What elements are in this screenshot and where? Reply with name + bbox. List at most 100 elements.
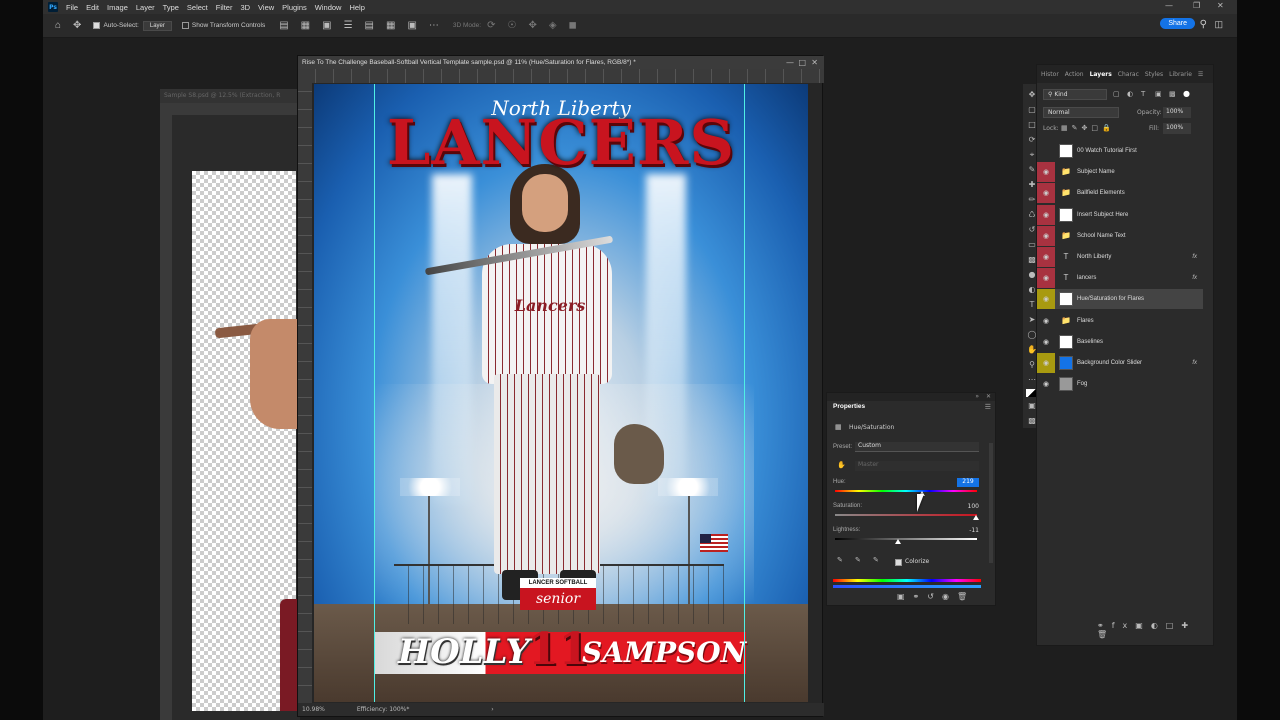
layer-row[interactable]: ◉ Hue/Saturation for Flares <box>1037 289 1203 310</box>
distribute-icon[interactable]: ☰ <box>344 20 353 31</box>
menu-plugins[interactable]: Plugins <box>282 3 307 12</box>
3d-roll-icon[interactable]: ☉ <box>507 20 516 31</box>
hue-value-field[interactable]: 219 <box>957 478 979 487</box>
guide-line-right[interactable] <box>744 84 745 702</box>
filter-type-icon[interactable]: T <box>1141 90 1145 98</box>
lock-icons[interactable]: ▦✎✥□🔒 <box>1061 124 1115 132</box>
tab-styles[interactable]: Styles <box>1145 71 1163 78</box>
eye-icon[interactable]: ◉ <box>1037 353 1055 373</box>
doc-restore-icon[interactable]: □ <box>798 58 806 67</box>
layer-row[interactable]: ◉ T North Liberty fx <box>1037 247 1203 267</box>
main-doc-title[interactable]: Rise To The Challenge Baseball-Softball … <box>298 56 824 69</box>
efficiency-readout[interactable]: Efficiency: 100%* <box>357 706 410 713</box>
guide-line-left[interactable] <box>374 84 375 702</box>
eye-icon[interactable]: ◉ <box>1037 311 1055 331</box>
align-center-icon[interactable]: ▦ <box>301 20 310 31</box>
background-doc-title[interactable]: Sample S8.psd @ 12.5% (Extraction, R <box>160 89 300 103</box>
saturation-slider[interactable] <box>835 514 977 516</box>
menu-image[interactable]: Image <box>107 3 128 12</box>
layer-row[interactable]: 00 Watch Tutorial First <box>1037 141 1203 161</box>
eyedropper-sample-icon[interactable]: ✎ <box>837 556 843 564</box>
properties-close-icon[interactable]: ✕ <box>986 393 991 400</box>
menu-view[interactable]: View <box>258 3 274 12</box>
properties-collapse-icon[interactable]: » <box>975 393 979 400</box>
align-right-icon[interactable]: ▣ <box>322 20 331 31</box>
layer-row[interactable]: ◉ Tlancers fx <box>1037 268 1203 289</box>
menu-file[interactable]: File <box>66 3 78 12</box>
main-document[interactable]: Rise To The Challenge Baseball-Softball … <box>297 55 824 717</box>
layers-footer-icons[interactable]: ⚭fx▣◐□✚🗑 <box>1097 621 1213 639</box>
background-document[interactable]: Sample S8.psd @ 12.5% (Extraction, R <box>160 89 300 720</box>
menu-filter[interactable]: Filter <box>216 3 233 12</box>
auto-select-checkbox[interactable]: Auto-Select: <box>93 21 139 29</box>
layer-row[interactable]: ◉ Insert Subject Here <box>1037 204 1203 225</box>
eye-icon[interactable]: ◉ <box>1037 374 1055 394</box>
layer-row[interactable]: ◉ 📁 Flares <box>1037 311 1203 331</box>
layer-filter-dropdown[interactable]: ⚲ Kind <box>1043 89 1107 100</box>
filter-toggle-icon[interactable]: ● <box>1183 89 1190 98</box>
properties-scrollbar[interactable] <box>989 443 993 563</box>
layer-row[interactable]: ◉ 📁 Subject Name <box>1037 162 1203 183</box>
close-icon[interactable]: ✕ <box>1217 1 1224 10</box>
more-options-icon[interactable]: ⋯ <box>429 20 439 31</box>
eye-icon[interactable]: ◉ <box>1037 162 1055 183</box>
preset-dropdown[interactable]: Custom <box>855 442 979 452</box>
restore-icon[interactable]: ❐ <box>1193 1 1200 10</box>
filter-adjustment-icon[interactable]: ◐ <box>1127 90 1133 98</box>
blend-mode-dropdown[interactable]: Normal <box>1043 107 1119 118</box>
opacity-field[interactable]: 100% <box>1163 107 1191 118</box>
workspace-icon[interactable]: ◫ <box>1214 19 1223 30</box>
menu-layer[interactable]: Layer <box>136 3 155 12</box>
tab-layers[interactable]: Layers <box>1090 71 1112 78</box>
colorize-checkbox[interactable] <box>895 558 905 566</box>
menu-select[interactable]: Select <box>187 3 208 12</box>
add-fx-icon[interactable]: fx <box>1112 621 1136 630</box>
align-bottom-icon[interactable]: ▣ <box>407 20 416 31</box>
lightness-slider[interactable] <box>835 538 977 540</box>
saturation-value-field[interactable]: 100 <box>968 503 979 510</box>
menu-window[interactable]: Window <box>315 3 342 12</box>
eye-icon[interactable]: ◉ <box>1037 289 1055 310</box>
eyedropper-subtract-icon[interactable]: ✎ <box>873 556 879 564</box>
eye-icon[interactable] <box>1037 141 1055 161</box>
auto-select-target-dropdown[interactable]: Layer <box>142 20 172 31</box>
eye-icon[interactable]: ◉ <box>1037 332 1055 352</box>
minimize-icon[interactable]: — <box>1165 1 1173 10</box>
panel-menu-icon[interactable]: ☰ <box>1198 71 1203 78</box>
zoom-readout[interactable]: 10.98% <box>302 706 325 713</box>
layer-row[interactable]: ◉ Fog <box>1037 374 1203 394</box>
menu-3d[interactable]: 3D <box>240 3 250 12</box>
3d-rotate-icon[interactable]: ⟳ <box>487 20 495 31</box>
channel-dropdown[interactable]: Master <box>855 461 979 471</box>
layer-row[interactable]: ◉ Baselines <box>1037 332 1203 352</box>
3d-pan-icon[interactable]: ✥ <box>528 20 536 31</box>
tab-libraries[interactable]: Librarie <box>1169 71 1192 78</box>
eye-icon[interactable]: ◉ <box>1037 183 1055 204</box>
eye-icon[interactable]: ◉ <box>1037 268 1055 289</box>
tab-character[interactable]: Charac <box>1118 71 1139 78</box>
properties-menu-icon[interactable]: ☰ <box>985 403 991 411</box>
eye-icon[interactable]: ◉ <box>1037 225 1055 246</box>
fill-field[interactable]: 100% <box>1163 123 1191 134</box>
3d-slide-icon[interactable]: ◈ <box>549 20 557 31</box>
lightness-slider-handle[interactable] <box>895 539 901 544</box>
tab-actions[interactable]: Action <box>1065 71 1084 78</box>
layer-fx-icon[interactable]: fx <box>1192 275 1197 281</box>
layer-row[interactable]: ◉ Background Color Slider fx <box>1037 353 1203 373</box>
eye-icon[interactable]: ◉ <box>1037 204 1055 225</box>
filter-pixel-icon[interactable]: ▢ <box>1113 90 1120 98</box>
poster-canvas[interactable]: Lancers North Liberty LANCERS LANCER SOF… <box>314 84 808 702</box>
saturation-slider-handle[interactable] <box>973 515 979 520</box>
status-chevron-icon[interactable]: › <box>491 706 493 713</box>
properties-footer-icons[interactable]: ▣⚭↺◉🗑 <box>897 592 975 601</box>
eyedropper-add-icon[interactable]: ✎ <box>855 556 861 564</box>
layer-fx-icon[interactable]: fx <box>1192 254 1197 260</box>
filter-smart-icon[interactable]: ▩ <box>1169 90 1176 98</box>
doc-close-icon[interactable]: ✕ <box>811 58 818 67</box>
align-top-icon[interactable]: ▤ <box>365 20 374 31</box>
home-icon[interactable]: ⌂ <box>55 20 61 31</box>
tab-history[interactable]: Histor <box>1041 71 1059 78</box>
layer-row[interactable]: ◉ 📁 Ballfield Elements <box>1037 183 1203 204</box>
3d-camera-icon[interactable]: ◼ <box>569 20 577 31</box>
align-middle-icon[interactable]: ▦ <box>386 20 395 31</box>
